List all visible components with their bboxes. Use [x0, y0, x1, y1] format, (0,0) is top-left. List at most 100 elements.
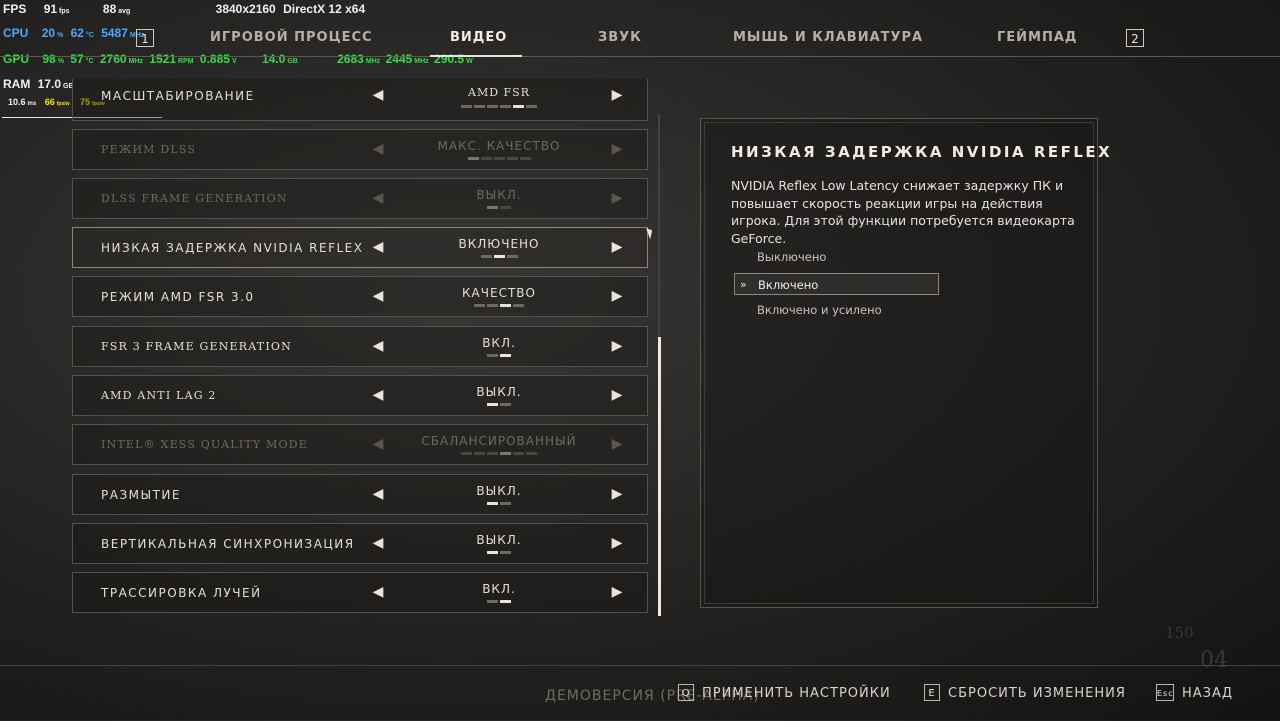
setting-label: DLSS FRAME GENERATION [101, 192, 288, 205]
tab-mouse-keyboard[interactable]: МЫШЬ И КЛАВИАТУРА [733, 30, 923, 45]
option-label: Включено [758, 278, 819, 292]
gpu-clock-unit: MHz [128, 58, 143, 65]
option-pips [393, 452, 605, 455]
apply-settings-label: ПРИМЕНИТЬ НАСТРОЙКИ [702, 686, 891, 701]
option-off[interactable]: Выключено [734, 246, 939, 268]
setting-row-fsr3-frame-generation[interactable]: FSR 3 FRAME GENERATION ◀ ВКЛ. ▶ [72, 326, 648, 367]
option-pips [393, 304, 605, 307]
setting-row-upscaling[interactable]: МАСШТАБИРОВАНИЕ ◀ AMD FSR ▶ [72, 79, 648, 121]
setting-row-amd-anti-lag[interactable]: AMD ANTI LAG 2 ◀ ВЫКЛ. ▶ [72, 375, 648, 416]
gpu-mem-clock-unit: MHz [365, 58, 381, 65]
scrollbar-thumb[interactable] [658, 337, 661, 616]
arrow-right-icon[interactable]: ▶ [610, 534, 624, 552]
double-chevron-right-icon: » [740, 278, 747, 291]
setting-label: РЕЖИМ AMD FSR 3.0 [101, 290, 255, 304]
arrow-left-icon[interactable]: ◀ [371, 86, 385, 104]
arrow-right-icon[interactable]: ▶ [610, 238, 624, 256]
arrow-right-icon[interactable]: ▶ [610, 485, 624, 503]
option-pips [393, 354, 605, 357]
ram-line: RAM 17.0 GB [3, 77, 74, 91]
setting-value: ВЫКЛ. [476, 188, 522, 202]
option-pips [393, 105, 605, 108]
gpu-mem-clock2-unit: MHz [414, 58, 429, 65]
tab-gamepad[interactable]: ГЕЙМПАД [997, 30, 1078, 45]
reset-changes-button[interactable]: E СБРОСИТЬ ИЗМЕНЕНИЯ [924, 684, 1126, 701]
option-pips [393, 403, 605, 406]
ram-value: 17.0 [37, 77, 62, 91]
arrow-right-icon[interactable]: ▶ [610, 583, 624, 601]
setting-row-dlss-frame-generation: DLSS FRAME GENERATION ◀ ВЫКЛ. ▶ [72, 178, 648, 219]
detail-description: NVIDIA Reflex Low Latency снижает задерж… [731, 178, 1075, 246]
option-on[interactable]: » Включено [734, 273, 939, 295]
arrow-right-icon[interactable]: ▶ [610, 287, 624, 305]
setting-label: INTEL® XESS QUALITY MODE [101, 438, 308, 451]
arrow-left-icon: ◀ [372, 141, 384, 157]
setting-value: ВЫКЛ. [476, 385, 522, 399]
back-button[interactable]: Esc НАЗАД [1156, 684, 1233, 701]
arrow-right-icon: ▶ [611, 141, 623, 157]
setting-label: НИЗКАЯ ЗАДЕРЖКА NVIDIA REFLEX [101, 241, 363, 255]
setting-label: ТРАССИРОВКА ЛУЧЕЙ [101, 586, 262, 600]
setting-value: ВКЛ. [482, 582, 516, 596]
setting-label: МАСШТАБИРОВАНИЕ [101, 89, 255, 103]
reset-changes-label: СБРОСИТЬ ИЗМЕНЕНИЯ [948, 686, 1126, 701]
arrow-left-icon[interactable]: ◀ [371, 287, 385, 305]
prev-tab-key-hint[interactable]: 1 [136, 29, 154, 47]
background-hud-number: 150 [1165, 624, 1194, 642]
setting-value: МАКС. КАЧЕСТВО [437, 139, 561, 153]
arrow-left-icon[interactable]: ◀ [371, 583, 385, 601]
option-pips [393, 157, 605, 160]
setting-row-amd-fsr-mode[interactable]: РЕЖИМ AMD FSR 3.0 ◀ КАЧЕСТВО ▶ [72, 276, 648, 317]
setting-label: РАЗМЫТИЕ [101, 488, 181, 502]
setting-value: ВЫКЛ. [476, 533, 522, 547]
frametime-value: 10.6 [8, 97, 26, 107]
tab-sound[interactable]: ЗВУК [598, 30, 642, 45]
setting-label: РЕЖИМ DLSS [101, 143, 197, 156]
setting-value: AMD FSR [468, 86, 530, 99]
tab-gameplay[interactable]: ИГРОВОЙ ПРОЦЕСС [210, 30, 373, 45]
arrow-right-icon[interactable]: ▶ [610, 337, 624, 355]
option-on-boost[interactable]: Включено и усилено [734, 299, 939, 321]
gpu-temp-unit: °C [85, 58, 94, 65]
setting-row-vsync[interactable]: ВЕРТИКАЛЬНАЯ СИНХРОНИЗАЦИЯ ◀ ВЫКЛ. ▶ [72, 523, 648, 564]
arrow-left-icon[interactable]: ◀ [371, 238, 385, 256]
detail-title: НИЗКАЯ ЗАДЕРЖКА NVIDIA REFLEX [731, 143, 1113, 161]
key-hint-e: E [924, 684, 940, 701]
next-tab-key-hint[interactable]: 2 [1126, 29, 1144, 47]
arrow-left-icon[interactable]: ◀ [371, 337, 385, 355]
setting-row-ray-tracing[interactable]: ТРАССИРОВКА ЛУЧЕЙ ◀ ВКЛ. ▶ [72, 572, 648, 613]
apply-settings-button[interactable]: Q ПРИМЕНИТЬ НАСТРОЙКИ [678, 684, 891, 701]
setting-row-intel-xess: INTEL® XESS QUALITY MODE ◀ СБАЛАНСИРОВАН… [72, 424, 648, 465]
setting-label-text: НИЗКАЯ ЗАДЕРЖКА NVIDIA REFLEX [101, 241, 364, 255]
setting-value: КАЧЕСТВО [462, 286, 536, 300]
setting-value: ВКЛ. [482, 336, 516, 350]
arrow-right-icon: ▶ [611, 190, 623, 206]
arrow-left-icon: ◀ [372, 436, 384, 452]
setting-value: СБАЛАНСИРОВАННЫЙ [421, 434, 577, 448]
setting-value: ВКЛЮЧЕНО [458, 237, 540, 251]
arrow-right-icon[interactable]: ▶ [610, 86, 624, 104]
setting-row-motion-blur[interactable]: РАЗМЫТИЕ ◀ ВЫКЛ. ▶ [72, 474, 648, 515]
gpu-fan-unit: RPM [178, 58, 194, 65]
gpu-voltage-unit: V [231, 58, 237, 65]
detail-panel: НИЗКАЯ ЗАДЕРЖКА NVIDIA REFLEX NVIDIA Ref… [700, 118, 1110, 608]
arrow-left-icon: ◀ [372, 190, 384, 206]
arrow-left-icon[interactable]: ◀ [371, 534, 385, 552]
arrow-left-icon[interactable]: ◀ [371, 386, 385, 404]
arrow-right-icon: ▶ [611, 436, 623, 452]
tab-video[interactable]: ВИДЕО [450, 30, 507, 45]
setting-row-nvidia-reflex[interactable]: НИЗКАЯ ЗАДЕРЖКА NVIDIA REFLEX ◀ ВКЛЮЧЕНО… [72, 227, 648, 268]
gpu-power-unit: W [466, 58, 473, 65]
arrow-left-icon[interactable]: ◀ [371, 485, 385, 503]
key-hint-esc: Esc [1156, 684, 1174, 701]
fps-per-watt-value: 66 [44, 97, 55, 107]
gpu-load-unit: % [57, 58, 64, 65]
back-label: НАЗАД [1182, 686, 1234, 701]
arrow-right-icon[interactable]: ▶ [610, 386, 624, 404]
setting-label: ВЕРТИКАЛЬНАЯ СИНХРОНИЗАЦИЯ [101, 537, 355, 551]
setting-label: FSR 3 FRAME GENERATION [101, 340, 292, 353]
option-pips [393, 255, 605, 258]
option-label: Выключено [757, 250, 827, 264]
active-tab-indicator [430, 55, 522, 57]
setting-row-dlss-mode: РЕЖИМ DLSS ◀ МАКС. КАЧЕСТВО ▶ [72, 129, 648, 170]
